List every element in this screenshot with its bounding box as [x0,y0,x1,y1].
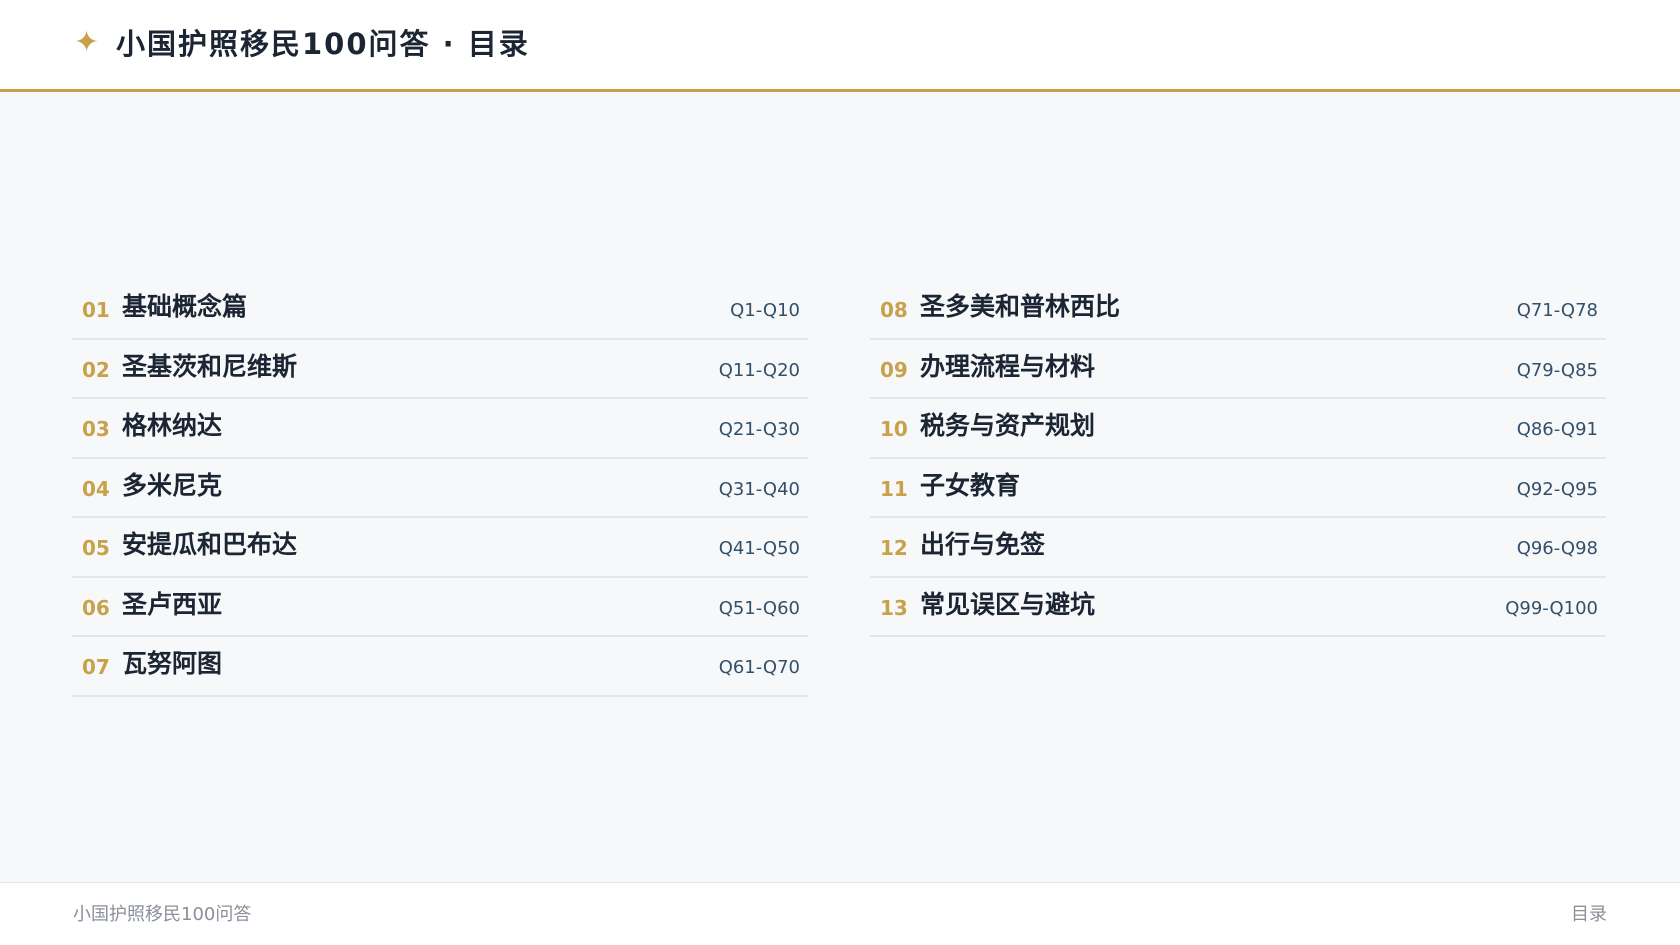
footer-document-title: 小国护照移民100问答 [73,904,252,925]
toc-range: Q61-Q70 [718,657,800,678]
toc-range: Q1-Q10 [730,300,800,321]
toc-range: Q79-Q85 [1516,359,1598,381]
toc-number: 01 [82,298,110,322]
toc-number: 02 [82,357,110,382]
toc-row-07[interactable]: 07 瓦努阿图 Q61-Q70 [72,637,808,697]
toc-title: 安提瓜和巴布达 [122,530,298,559]
toc-title: 常见误区与避坑 [920,589,1096,619]
toc-title: 出行与免签 [920,530,1046,559]
toc-row-02[interactable]: 02 圣基茨和尼维斯 Q11-Q20 [72,340,808,399]
toc-number: 10 [880,417,908,441]
toc-title: 圣基茨和尼维斯 [122,351,298,381]
toc-number: 03 [82,417,110,441]
toc-row-06[interactable]: 06 圣卢西亚 Q51-Q60 [72,578,808,637]
toc-title: 瓦努阿图 [122,649,223,678]
toc-number: 07 [82,655,110,679]
toc-range: Q21-Q30 [718,419,800,440]
toc-row-01[interactable]: 01 基础概念篇 Q1-Q10 [72,280,808,340]
toc-number: 04 [82,476,110,501]
page-header: ✦ 小国护照移民100问答 · 目录 [0,0,1680,92]
toc-row-08[interactable]: 08 圣多美和普林西比 Q71-Q78 [870,280,1606,340]
toc-title: 格林纳达 [122,411,223,440]
toc-title: 税务与资产规划 [920,411,1096,440]
toc-range: Q11-Q20 [718,359,800,381]
toc-range: Q31-Q40 [718,478,800,500]
toc-range: Q96-Q98 [1516,538,1598,559]
toc-title: 多米尼克 [122,470,223,500]
toc-title: 子女教育 [920,470,1021,500]
toc-row-13[interactable]: 13 常见误区与避坑 Q99-Q100 [870,578,1606,637]
page-title: 小国护照移民100问答 · 目录 [116,27,530,61]
toc-range: Q92-Q95 [1516,478,1598,500]
toc-column-right: 08 圣多美和普林西比 Q71-Q78 09 办理流程与材料 Q79-Q85 1… [870,280,1606,637]
toc-range: Q99-Q100 [1505,597,1598,619]
toc-number: 08 [880,298,908,322]
toc-row-04[interactable]: 04 多米尼克 Q31-Q40 [72,459,808,518]
toc-range: Q71-Q78 [1516,300,1598,321]
toc-column-left: 01 基础概念篇 Q1-Q10 02 圣基茨和尼维斯 Q11-Q20 03 格林… [72,280,808,697]
toc-row-09[interactable]: 09 办理流程与材料 Q79-Q85 [870,340,1606,399]
toc-row-03[interactable]: 03 格林纳达 Q21-Q30 [72,399,808,459]
toc-range: Q51-Q60 [718,597,800,619]
footer-section-label: 目录 [1571,904,1607,925]
toc-range: Q86-Q91 [1516,419,1598,440]
toc-number: 09 [880,357,908,382]
toc-number: 05 [82,536,110,560]
page-footer: 小国护照移民100问答 目录 [0,882,1680,945]
toc-number: 11 [880,476,908,501]
toc-row-10[interactable]: 10 税务与资产规划 Q86-Q91 [870,399,1606,459]
toc-row-05[interactable]: 05 安提瓜和巴布达 Q41-Q50 [72,518,808,578]
toc-row-12[interactable]: 12 出行与免签 Q96-Q98 [870,518,1606,578]
toc-title: 基础概念篇 [122,292,248,321]
star-icon: ✦ [74,25,100,60]
toc-number: 06 [82,595,110,620]
toc-number: 13 [880,595,908,620]
toc-title: 办理流程与材料 [920,351,1096,381]
toc-title: 圣卢西亚 [122,589,223,619]
toc-number: 12 [880,536,908,560]
toc-row-11[interactable]: 11 子女教育 Q92-Q95 [870,459,1606,518]
toc-title: 圣多美和普林西比 [920,292,1121,321]
toc-range: Q41-Q50 [718,538,800,559]
